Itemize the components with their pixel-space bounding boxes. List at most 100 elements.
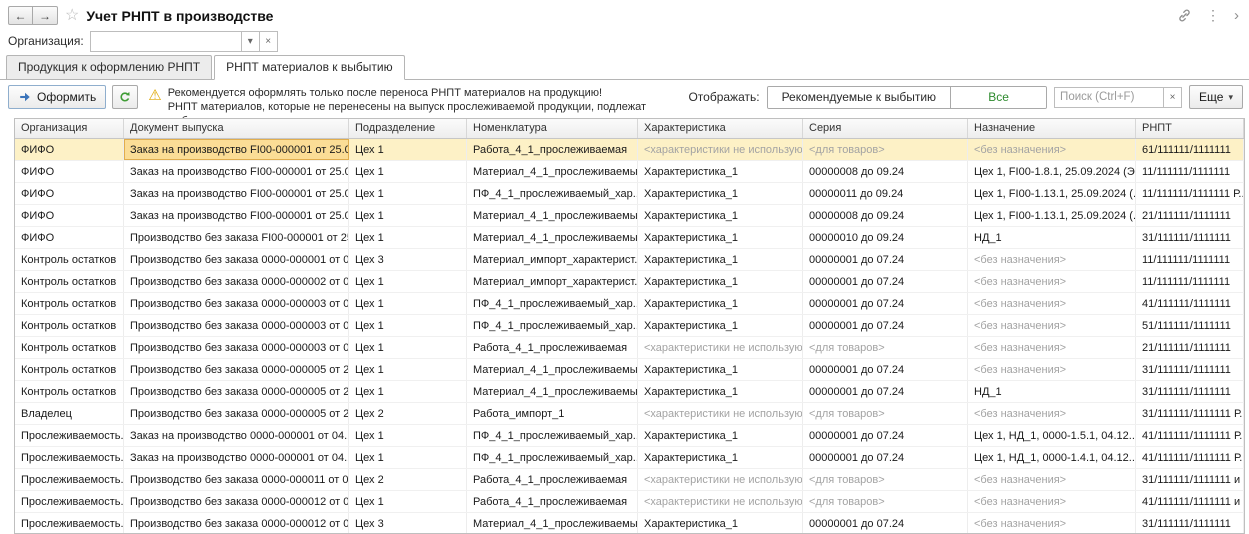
table-row[interactable]: ФИФОПроизводство без заказа FI00-000001 … — [15, 227, 1244, 249]
column-header[interactable]: Подразделение — [349, 119, 467, 138]
table-cell[interactable]: Заказ на производство FI00-000001 от 25.… — [124, 161, 349, 182]
filter-option[interactable]: Рекомендуемые к выбытию — [768, 87, 950, 108]
table-cell[interactable]: Производство без заказа 0000-000002 от 0… — [124, 271, 349, 292]
table-cell[interactable]: Цех 1 — [349, 425, 467, 446]
table-cell[interactable]: 11/111111/1111111 Р... — [1136, 183, 1244, 204]
table-cell[interactable]: Работа_4_1_прослеживаемая — [467, 491, 638, 512]
table-cell[interactable]: Контроль остатков — [15, 337, 124, 358]
table-row[interactable]: ФИФОЗаказ на производство FI00-000001 от… — [15, 183, 1244, 205]
table-cell[interactable]: Характеристика_1 — [638, 293, 803, 314]
organization-clear-button[interactable]: × — [260, 31, 278, 52]
table-cell[interactable]: Цех 2 — [349, 469, 467, 490]
table-cell[interactable]: 11/111111/1111111 — [1136, 249, 1244, 270]
table-cell[interactable]: Цех 1 — [349, 337, 467, 358]
table-cell[interactable]: 00000001 до 07.24 — [803, 381, 968, 402]
table-cell[interactable]: <характеристики не использую... — [638, 491, 803, 512]
table-cell[interactable]: ПФ_4_1_прослеживаемый_хар... — [467, 293, 638, 314]
table-cell[interactable]: Производство без заказа FI00-000001 от 2… — [124, 227, 349, 248]
table-cell[interactable]: 41/111111/1111111 Р... — [1136, 447, 1244, 468]
table-cell[interactable]: 41/111111/1111111 и ... — [1136, 491, 1244, 512]
table-row[interactable]: Прослеживаемость...Заказ на производство… — [15, 425, 1244, 447]
table-cell[interactable]: 00000001 до 07.24 — [803, 359, 968, 380]
table-cell[interactable]: 11/111111/1111111 — [1136, 271, 1244, 292]
table-cell[interactable]: Характеристика_1 — [638, 425, 803, 446]
table-row[interactable]: Контроль остатковПроизводство без заказа… — [15, 337, 1244, 359]
table-cell[interactable]: ПФ_4_1_прослеживаемый_хар... — [467, 315, 638, 336]
table-cell[interactable]: 00000008 до 09.24 — [803, 205, 968, 226]
table-row[interactable]: Прослеживаемость...Производство без зака… — [15, 491, 1244, 513]
table-cell[interactable]: Характеристика_1 — [638, 359, 803, 380]
table-cell[interactable]: Материал_4_1_прослеживаемы... — [467, 161, 638, 182]
table-cell[interactable]: Прослеживаемость... — [15, 425, 124, 446]
table-cell[interactable]: Характеристика_1 — [638, 271, 803, 292]
refresh-button[interactable] — [112, 85, 138, 109]
table-row[interactable]: ФИФОЗаказ на производство FI00-000001 от… — [15, 139, 1244, 161]
table-row[interactable]: ВладелецПроизводство без заказа 0000-000… — [15, 403, 1244, 425]
table-cell[interactable]: <без назначения> — [968, 337, 1136, 358]
table-cell[interactable]: Заказ на производство FI00-000001 от 25.… — [124, 183, 349, 204]
table-cell[interactable]: Работа_4_1_прослеживаемая — [467, 469, 638, 490]
table-cell[interactable]: Цех 1, FI00-1.13.1, 25.09.2024 (... — [968, 205, 1136, 226]
table-cell[interactable]: Контроль остатков — [15, 271, 124, 292]
table-cell[interactable]: Цех 1 — [349, 447, 467, 468]
table-cell[interactable]: Цех 1 — [349, 205, 467, 226]
table-cell[interactable]: Производство без заказа 0000-000005 от 2… — [124, 381, 349, 402]
tab-1[interactable]: РНПТ материалов к выбытию — [214, 55, 405, 80]
table-cell[interactable]: Цех 1, НД_1, 0000-1.5.1, 04.12... — [968, 425, 1136, 446]
table-cell[interactable]: Контроль остатков — [15, 249, 124, 270]
column-header[interactable]: Номенклатура — [467, 119, 638, 138]
table-cell[interactable]: Характеристика_1 — [638, 315, 803, 336]
column-header[interactable]: Серия — [803, 119, 968, 138]
table-cell[interactable]: Цех 1 — [349, 491, 467, 512]
table-cell[interactable]: Цех 1 — [349, 293, 467, 314]
table-cell[interactable]: 00000008 до 09.24 — [803, 161, 968, 182]
organization-dropdown-button[interactable]: ▾ — [242, 31, 260, 52]
table-cell[interactable]: Цех 1 — [349, 139, 467, 160]
column-header[interactable]: Характеристика — [638, 119, 803, 138]
table-cell[interactable]: ПФ_4_1_прослеживаемый_хар... — [467, 425, 638, 446]
table-cell[interactable]: 31/111111/1111111 — [1136, 513, 1244, 533]
table-cell[interactable]: ФИФО — [15, 183, 124, 204]
tab-0[interactable]: Продукция к оформлению РНПТ — [6, 55, 212, 80]
table-cell[interactable]: ФИФО — [15, 139, 124, 160]
table-cell[interactable]: Материал_4_1_прослеживаемы... — [467, 513, 638, 533]
table-cell[interactable]: ПФ_4_1_прослеживаемый_хар... — [467, 447, 638, 468]
table-cell[interactable]: Контроль остатков — [15, 359, 124, 380]
table-cell[interactable]: Цех 1 — [349, 271, 467, 292]
table-cell[interactable]: <без назначения> — [968, 491, 1136, 512]
table-cell[interactable]: 31/111111/1111111 — [1136, 359, 1244, 380]
table-cell[interactable]: <без назначения> — [968, 139, 1136, 160]
table-row[interactable]: Прослеживаемость...Производство без зака… — [15, 469, 1244, 491]
table-cell[interactable]: 00000001 до 07.24 — [803, 447, 968, 468]
table-cell[interactable]: ФИФО — [15, 161, 124, 182]
column-header[interactable]: РНПТ — [1136, 119, 1244, 138]
table-cell[interactable]: 00000010 до 09.24 — [803, 227, 968, 248]
table-row[interactable]: Контроль остатковПроизводство без заказа… — [15, 381, 1244, 403]
table-cell[interactable]: Контроль остатков — [15, 293, 124, 314]
table-cell[interactable]: НД_1 — [968, 381, 1136, 402]
table-cell[interactable]: ФИФО — [15, 227, 124, 248]
submit-button[interactable]: Оформить — [8, 85, 106, 109]
table-cell[interactable]: Заказ на производство 0000-000001 от 04.… — [124, 425, 349, 446]
table-cell[interactable]: Производство без заказа 0000-000011 от 0… — [124, 469, 349, 490]
table-cell[interactable]: <для товаров> — [803, 139, 968, 160]
table-row[interactable]: Контроль остатковПроизводство без заказа… — [15, 315, 1244, 337]
table-row[interactable]: ФИФОЗаказ на производство FI00-000001 от… — [15, 205, 1244, 227]
table-cell[interactable]: Производство без заказа 0000-000005 от 2… — [124, 403, 349, 424]
table-cell[interactable]: Цех 1 — [349, 183, 467, 204]
table-row[interactable]: Контроль остатковПроизводство без заказа… — [15, 293, 1244, 315]
table-cell[interactable]: 41/111111/1111111 Р... — [1136, 425, 1244, 446]
table-cell[interactable]: 00000001 до 07.24 — [803, 293, 968, 314]
table-cell[interactable]: <без назначения> — [968, 293, 1136, 314]
table-cell[interactable]: Работа_4_1_прослеживаемая — [467, 337, 638, 358]
table-cell[interactable]: 21/111111/1111111 — [1136, 337, 1244, 358]
table-cell[interactable]: Производство без заказа 0000-000003 от 0… — [124, 315, 349, 336]
table-cell[interactable]: <для товаров> — [803, 469, 968, 490]
table-cell[interactable]: Цех 3 — [349, 249, 467, 270]
table-cell[interactable]: 00000001 до 07.24 — [803, 271, 968, 292]
table-cell[interactable]: Контроль остатков — [15, 381, 124, 402]
table-cell[interactable]: Характеристика_1 — [638, 183, 803, 204]
table-cell[interactable]: <без назначения> — [968, 315, 1136, 336]
table-cell[interactable]: <без назначения> — [968, 249, 1136, 270]
table-cell[interactable]: 61/111111/1111111 — [1136, 139, 1244, 160]
